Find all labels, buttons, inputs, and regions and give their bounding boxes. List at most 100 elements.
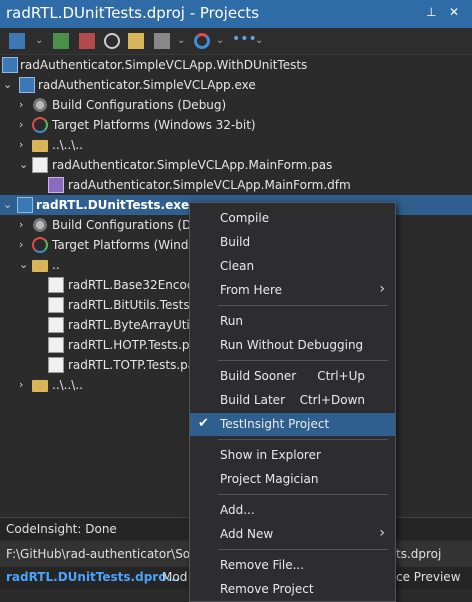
gear-icon	[32, 217, 48, 233]
menu-item-label: Build	[220, 235, 251, 249]
pin-icon[interactable]: ⊥	[426, 5, 436, 19]
project-path: F:\GitHub\rad-authenticator\Sour	[6, 547, 203, 561]
menu-item-show-in-explorer[interactable]: Show in Explorer	[190, 444, 395, 467]
folder-icon	[32, 260, 48, 272]
menu-item-project-magician[interactable]: Project Magician	[190, 468, 395, 491]
tree-row[interactable]: › Target Platforms (Windows 32-bit)	[0, 115, 472, 135]
tree-row[interactable]: radAuthenticator.SimpleVCLApp.WithDUnitT…	[0, 55, 472, 75]
close-icon[interactable]: ✕	[449, 5, 459, 19]
menu-item-build[interactable]: Build	[190, 231, 395, 254]
menu-item-clean[interactable]: Clean	[190, 255, 395, 278]
tree-row[interactable]: › Build Configurations (Debug)	[0, 95, 472, 115]
project-icon	[17, 197, 33, 213]
menu-separator	[218, 305, 388, 306]
tree-row-label: radAuthenticator.SimpleVCLApp.MainForm.p…	[52, 158, 333, 172]
tree-row-label: radRTL.HOTP.Tests.pas	[68, 338, 204, 352]
tree-row[interactable]: radAuthenticator.SimpleVCLApp.MainForm.d…	[0, 175, 472, 195]
menu-item-label: Compile	[220, 211, 270, 225]
tab-preview[interactable]: ce Preview	[396, 570, 461, 584]
dfm-file-icon	[48, 177, 64, 193]
status-text: CodeInsight: Done	[6, 522, 117, 536]
menu-item-compile[interactable]: Compile	[190, 207, 395, 230]
target-platform-icon[interactable]	[194, 33, 210, 49]
chevron-right-icon[interactable]: ›	[19, 138, 23, 151]
tab-model[interactable]: Mod	[162, 570, 187, 584]
chevron-down-icon[interactable]: ⌄	[3, 198, 12, 211]
menu-item-add[interactable]: Add...	[190, 499, 395, 522]
project-icon	[19, 77, 35, 93]
chevron-right-icon[interactable]: ›	[19, 118, 23, 131]
tree-row[interactable]: ⌄ radAuthenticator.SimpleVCLApp.exe	[0, 75, 472, 95]
menu-separator	[218, 494, 388, 495]
check-icon: ✔	[198, 416, 209, 431]
tree-row[interactable]: ⌄ radAuthenticator.SimpleVCLApp.MainForm…	[0, 155, 472, 175]
chevron-right-icon: ›	[379, 525, 385, 541]
menu-item-build-sooner[interactable]: Build Sooner Ctrl+Up	[190, 365, 395, 388]
chevron-down-icon[interactable]: ⌄	[177, 35, 185, 46]
tree-row-label: ..\..\..	[52, 138, 83, 152]
tree-row-label: radAuthenticator.SimpleVCLApp.WithDUnitT…	[20, 58, 308, 72]
pas-file-icon	[48, 277, 64, 293]
chevron-down-icon[interactable]: ⌄	[3, 78, 12, 91]
menu-item-run-without-debugging[interactable]: Run Without Debugging	[190, 334, 395, 357]
tree-row-label: Target Platforms (Window	[52, 238, 206, 252]
menu-item-build-later[interactable]: Build Later Ctrl+Down	[190, 389, 395, 412]
chevron-right-icon[interactable]: ›	[19, 98, 23, 111]
menu-item-label: Run	[220, 314, 244, 328]
sync-icon[interactable]	[104, 33, 120, 49]
menu-item-label: Run Without Debugging	[220, 338, 364, 352]
menu-item-label: Project Magician	[220, 472, 319, 486]
toolbar: ⌄ ⌄ ⌄ ••• ⌄	[0, 28, 472, 55]
chevron-down-icon[interactable]: ⌄	[19, 258, 28, 271]
tree-row-label: radRTL.TOTP.Tests.pas	[68, 358, 202, 372]
folder-icon	[32, 140, 48, 152]
menu-item-testinsight-project[interactable]: ✔ TestInsight Project	[190, 413, 395, 436]
chevron-down-icon[interactable]: ⌄	[19, 158, 28, 171]
tree-row-label: radAuthenticator.SimpleVCLApp.exe	[38, 78, 256, 92]
window-title: radRTL.DUnitTests.dproj - Projects	[6, 4, 260, 22]
menu-item-remove-project[interactable]: Remove Project	[190, 578, 395, 601]
more-icon[interactable]: •••	[232, 31, 257, 47]
menu-item-shortcut: Ctrl+Up	[317, 369, 365, 383]
menu-separator	[218, 549, 388, 550]
chevron-down-icon[interactable]: ⌄	[216, 35, 224, 46]
tree-row[interactable]: › ..\..\..	[0, 135, 472, 155]
menu-item-label: TestInsight Project	[220, 417, 330, 431]
chevron-right-icon[interactable]: ›	[19, 218, 23, 231]
chevron-right-icon[interactable]: ›	[19, 238, 23, 251]
tree-row-label: ..\..\..	[52, 378, 83, 392]
pas-file-icon	[48, 337, 64, 353]
target-icon	[32, 237, 48, 253]
open-folder-icon[interactable]	[128, 33, 144, 49]
project-options-icon[interactable]	[154, 33, 170, 49]
chevron-down-icon[interactable]: ⌄	[255, 35, 263, 46]
menu-item-label: Add New	[220, 527, 274, 541]
tab-projects[interactable]: radRTL.DUnitTests.dpro...	[6, 570, 180, 584]
menu-item-add-new[interactable]: Add New ›	[190, 523, 395, 546]
menu-item-remove-file[interactable]: Remove File...	[190, 554, 395, 577]
menu-separator	[218, 439, 388, 440]
chevron-right-icon: ›	[379, 281, 385, 297]
title-bar: radRTL.DUnitTests.dproj - Projects ⊥ ✕	[0, 0, 472, 28]
menu-item-label: Clean	[220, 259, 255, 273]
menu-item-label: Show in Explorer	[220, 448, 321, 462]
tree-row-label: ..	[52, 258, 60, 272]
menu-item-run[interactable]: Run	[190, 310, 395, 333]
pas-file-icon	[48, 357, 64, 373]
new-project-group-icon[interactable]	[9, 33, 25, 49]
menu-item-label: Remove File...	[220, 558, 305, 572]
tree-row-label: radAuthenticator.SimpleVCLApp.MainForm.d…	[68, 178, 351, 192]
menu-item-label: Build Later	[220, 393, 285, 407]
add-project-icon[interactable]	[53, 33, 69, 49]
menu-item-from-here[interactable]: From Here ›	[190, 279, 395, 302]
menu-item-shortcut: Ctrl+Down	[299, 393, 365, 407]
chevron-down-icon[interactable]: ⌄	[35, 35, 43, 46]
menu-separator	[218, 360, 388, 361]
pas-file-icon	[32, 157, 48, 173]
remove-project-icon[interactable]	[79, 33, 95, 49]
gear-icon	[32, 97, 48, 113]
tree-row-label: radRTL.BitUtils.Tests.pa	[68, 298, 209, 312]
chevron-right-icon[interactable]: ›	[19, 378, 23, 391]
tree-row-label: radRTL.DUnitTests.exe	[36, 198, 190, 212]
tree-row-label: Target Platforms (Windows 32-bit)	[52, 118, 256, 132]
